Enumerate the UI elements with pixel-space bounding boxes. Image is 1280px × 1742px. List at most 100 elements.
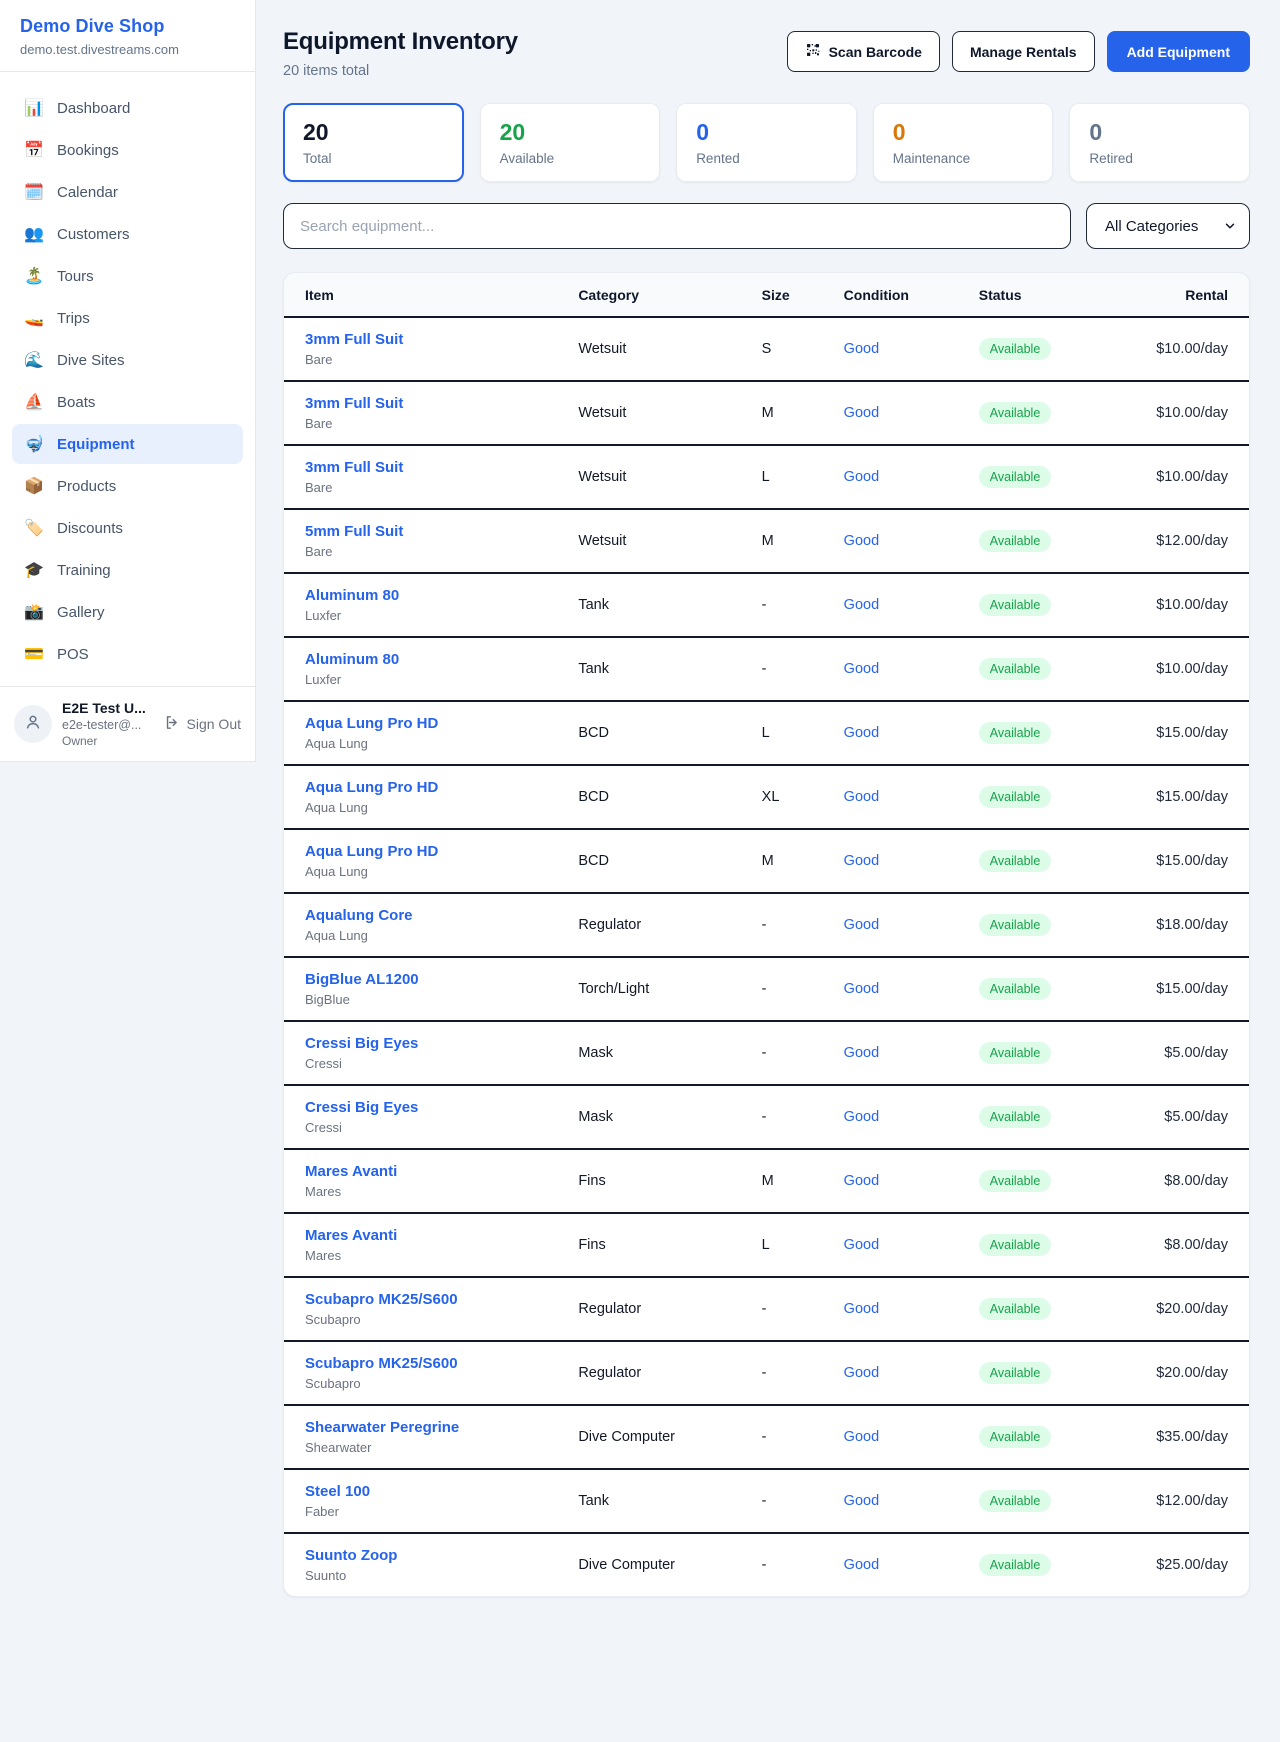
condition-link[interactable]: Good bbox=[844, 1365, 879, 1381]
condition-link[interactable]: Good bbox=[844, 1429, 879, 1445]
category-cell: Tank bbox=[578, 573, 761, 637]
item-name-link[interactable]: Mares Avanti bbox=[305, 1163, 570, 1180]
rental-cell: $20.00/day bbox=[1124, 1341, 1249, 1405]
sidebar-item-equipment[interactable]: 🤿Equipment bbox=[12, 424, 243, 464]
rental-cell: $15.00/day bbox=[1124, 957, 1249, 1021]
item-name-link[interactable]: Suunto Zoop bbox=[305, 1547, 570, 1564]
category-value: Fins bbox=[578, 1237, 605, 1253]
equipment-icon: 🤿 bbox=[24, 434, 44, 454]
add-equipment-button[interactable]: Add Equipment bbox=[1107, 31, 1250, 72]
sidebar-item-gallery[interactable]: 📸Gallery bbox=[12, 592, 243, 632]
condition-link[interactable]: Good bbox=[844, 1045, 879, 1061]
rental-cell: $20.00/day bbox=[1124, 1277, 1249, 1341]
condition-link[interactable]: Good bbox=[844, 789, 879, 805]
item-cell: Scubapro MK25/S600Scubapro bbox=[284, 1341, 578, 1405]
status-cell: Available bbox=[979, 765, 1124, 829]
manage-rentals-button[interactable]: Manage Rentals bbox=[952, 31, 1095, 72]
condition-link[interactable]: Good bbox=[844, 597, 879, 613]
category-cell: BCD bbox=[578, 765, 761, 829]
brand-block: Demo Dive Shop demo.test.divestreams.com bbox=[0, 0, 255, 72]
item-name-link[interactable]: Cressi Big Eyes bbox=[305, 1099, 570, 1116]
item-name-link[interactable]: Steel 100 bbox=[305, 1483, 570, 1500]
condition-link[interactable]: Good bbox=[844, 917, 879, 933]
category-cell: Wetsuit bbox=[578, 445, 761, 509]
stat-card-available[interactable]: 20Available bbox=[480, 103, 661, 182]
size-cell: - bbox=[762, 1085, 844, 1149]
scan-barcode-button[interactable]: Scan Barcode bbox=[787, 31, 940, 72]
condition-link[interactable]: Good bbox=[844, 725, 879, 741]
stat-card-total[interactable]: 20Total bbox=[283, 103, 464, 182]
item-name-link[interactable]: Aqua Lung Pro HD bbox=[305, 843, 570, 860]
item-name-link[interactable]: Scubapro MK25/S600 bbox=[305, 1355, 570, 1372]
condition-link[interactable]: Good bbox=[844, 1237, 879, 1253]
condition-link[interactable]: Good bbox=[844, 1109, 879, 1125]
stat-card-retired[interactable]: 0Retired bbox=[1069, 103, 1250, 182]
condition-link[interactable]: Good bbox=[844, 533, 879, 549]
category-select[interactable]: All Categories bbox=[1086, 203, 1250, 249]
size-value: - bbox=[762, 597, 767, 613]
item-name-link[interactable]: 5mm Full Suit bbox=[305, 523, 570, 540]
page-header: Equipment Inventory 20 items total Sca bbox=[283, 28, 1250, 79]
rental-cell: $5.00/day bbox=[1124, 1021, 1249, 1085]
sidebar-item-training[interactable]: 🎓Training bbox=[12, 550, 243, 590]
condition-link[interactable]: Good bbox=[844, 469, 879, 485]
rental-value: $10.00/day bbox=[1156, 661, 1228, 677]
item-name-link[interactable]: Aqualung Core bbox=[305, 907, 570, 924]
condition-link[interactable]: Good bbox=[844, 981, 879, 997]
item-name-link[interactable]: Aqua Lung Pro HD bbox=[305, 779, 570, 796]
sidebar-item-products[interactable]: 📦Products bbox=[12, 466, 243, 506]
item-name-link[interactable]: Aluminum 80 bbox=[305, 587, 570, 604]
trips-icon: 🚤 bbox=[24, 308, 44, 328]
sign-out-button[interactable]: Sign Out bbox=[164, 714, 241, 734]
status-cell: Available bbox=[979, 1277, 1124, 1341]
condition-link[interactable]: Good bbox=[844, 1301, 879, 1317]
sidebar-item-customers[interactable]: 👥Customers bbox=[12, 214, 243, 254]
condition-link[interactable]: Good bbox=[844, 1173, 879, 1189]
category-cell: Wetsuit bbox=[578, 509, 761, 573]
condition-link[interactable]: Good bbox=[844, 1493, 879, 1509]
item-name-link[interactable]: 3mm Full Suit bbox=[305, 395, 570, 412]
item-name-link[interactable]: Shearwater Peregrine bbox=[305, 1419, 570, 1436]
item-name-link[interactable]: BigBlue AL1200 bbox=[305, 971, 570, 988]
sidebar-item-pos[interactable]: 💳POS bbox=[12, 634, 243, 674]
rental-value: $12.00/day bbox=[1156, 1493, 1228, 1509]
item-name-link[interactable]: Aqua Lung Pro HD bbox=[305, 715, 570, 732]
stat-card-rented[interactable]: 0Rented bbox=[676, 103, 857, 182]
item-brand: Aqua Lung bbox=[305, 864, 570, 879]
sidebar-item-tours[interactable]: 🏝️Tours bbox=[12, 256, 243, 296]
sidebar-item-dashboard[interactable]: 📊Dashboard bbox=[12, 88, 243, 128]
item-cell: Cressi Big EyesCressi bbox=[284, 1021, 578, 1085]
table-row: Shearwater PeregrineShearwaterDive Compu… bbox=[284, 1405, 1249, 1469]
condition-link[interactable]: Good bbox=[844, 853, 879, 869]
stat-card-maintenance[interactable]: 0Maintenance bbox=[873, 103, 1054, 182]
user-role: Owner bbox=[62, 734, 154, 748]
rental-value: $25.00/day bbox=[1156, 1557, 1228, 1573]
item-name-link[interactable]: 3mm Full Suit bbox=[305, 459, 570, 476]
sidebar-item-boats[interactable]: ⛵Boats bbox=[12, 382, 243, 422]
category-value: Mask bbox=[578, 1045, 613, 1061]
item-name-link[interactable]: 3mm Full Suit bbox=[305, 331, 570, 348]
rental-cell: $10.00/day bbox=[1124, 317, 1249, 381]
condition-link[interactable]: Good bbox=[844, 341, 879, 357]
size-value: - bbox=[762, 1301, 767, 1317]
search-input[interactable] bbox=[283, 203, 1071, 249]
condition-cell: Good bbox=[844, 1405, 979, 1469]
sidebar-item-calendar[interactable]: 🗓️Calendar bbox=[12, 172, 243, 212]
stat-label: Rented bbox=[696, 151, 837, 166]
item-name-link[interactable]: Aluminum 80 bbox=[305, 651, 570, 668]
sidebar-item-bookings[interactable]: 📅Bookings bbox=[12, 130, 243, 170]
condition-link[interactable]: Good bbox=[844, 661, 879, 677]
size-cell: - bbox=[762, 1533, 844, 1596]
condition-link[interactable]: Good bbox=[844, 405, 879, 421]
category-value: Regulator bbox=[578, 1365, 641, 1381]
item-name-link[interactable]: Scubapro MK25/S600 bbox=[305, 1291, 570, 1308]
sidebar-item-discounts[interactable]: 🏷️Discounts bbox=[12, 508, 243, 548]
condition-link[interactable]: Good bbox=[844, 1557, 879, 1573]
item-name-link[interactable]: Cressi Big Eyes bbox=[305, 1035, 570, 1052]
table-row: Steel 100FaberTank-GoodAvailable$12.00/d… bbox=[284, 1469, 1249, 1533]
item-name-link[interactable]: Mares Avanti bbox=[305, 1227, 570, 1244]
size-value: M bbox=[762, 853, 774, 869]
sidebar-item-trips[interactable]: 🚤Trips bbox=[12, 298, 243, 338]
sidebar-item-dive-sites[interactable]: 🌊Dive Sites bbox=[12, 340, 243, 380]
rental-cell: $15.00/day bbox=[1124, 829, 1249, 893]
